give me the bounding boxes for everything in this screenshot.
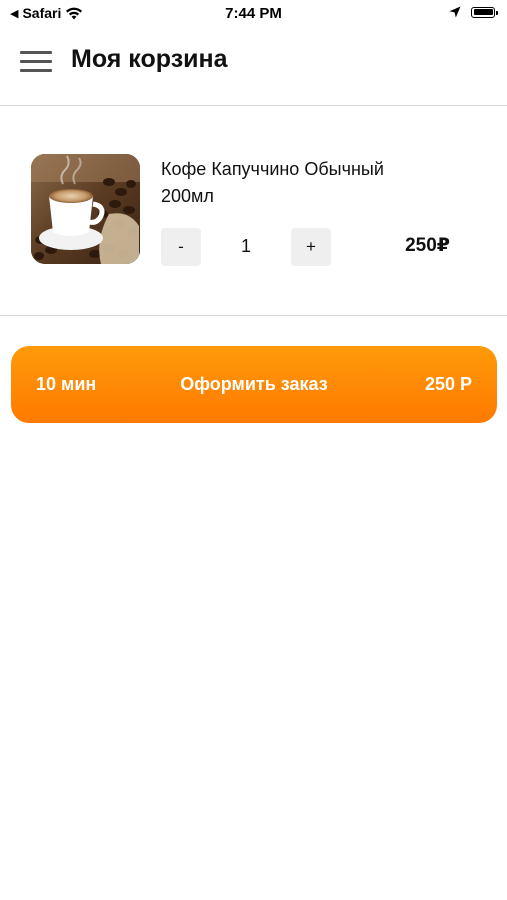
- app-header: Моя корзина: [0, 28, 507, 106]
- increase-quantity-button[interactable]: +: [291, 228, 331, 266]
- status-right: [449, 6, 498, 18]
- decrease-quantity-button[interactable]: -: [161, 228, 201, 266]
- location-arrow-icon: [449, 6, 461, 18]
- page-title: Моя корзина: [71, 45, 228, 73]
- item-price: 250₽: [405, 235, 450, 256]
- product-name: Кофе Капуччино Обычный 200мл: [161, 159, 384, 206]
- checkout-total: 250 Р: [424, 374, 472, 394]
- cart-screen: ◀ Safari 7:44 PM Моя корзина Кофе Капучч…: [0, 0, 507, 900]
- coffee-cup-photo-icon: [31, 154, 140, 264]
- battery-icon: [471, 6, 498, 18]
- cart-item: Кофе Капуччино Обычный 200мл - 1 + 250₽: [0, 106, 507, 316]
- status-bar: ◀ Safari 7:44 PM: [0, 0, 507, 28]
- hamburger-menu-icon[interactable]: [18, 46, 54, 76]
- status-time: 7:44 PM: [225, 5, 282, 22]
- checkout-button[interactable]: 10 мин Оформить заказ 250 Р: [11, 346, 497, 423]
- product-image: [31, 154, 140, 264]
- quantity-value: 1: [240, 236, 251, 256]
